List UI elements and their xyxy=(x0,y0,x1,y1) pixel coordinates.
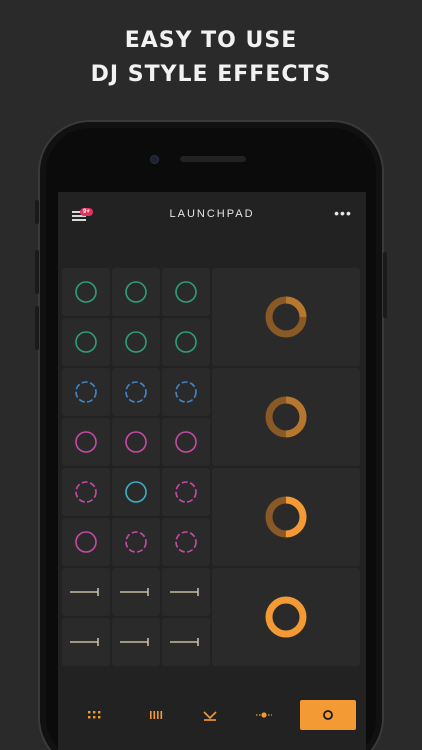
crossfade-icon xyxy=(203,711,217,721)
green-solid-icon xyxy=(125,331,147,353)
power-button xyxy=(383,252,387,318)
green-solid-icon xyxy=(75,281,97,303)
pad-button[interactable] xyxy=(62,368,110,416)
pad-group xyxy=(62,568,360,668)
pad-group xyxy=(62,368,360,468)
circle-icon xyxy=(323,710,333,720)
pad-button[interactable] xyxy=(62,468,110,516)
headline-line-2: DJ STYLE EFFECTS xyxy=(90,62,332,87)
bottom-tab-bar xyxy=(58,698,366,732)
pad-button[interactable] xyxy=(112,518,160,566)
pad-button[interactable] xyxy=(112,318,160,366)
pad-button[interactable] xyxy=(162,518,210,566)
app-screen: 9+ LAUNCHPAD ••• xyxy=(58,192,366,750)
pad-button[interactable] xyxy=(162,468,210,516)
blue-dashed-icon xyxy=(125,381,147,403)
tab-crossfade[interactable] xyxy=(182,700,238,730)
top-bar: 9+ LAUNCHPAD ••• xyxy=(58,192,366,240)
teal-solid-icon xyxy=(125,481,147,503)
pad-button[interactable] xyxy=(162,618,210,666)
knob-track xyxy=(265,596,307,638)
green-solid-icon xyxy=(175,281,197,303)
green-solid-icon xyxy=(125,281,147,303)
bars-icon xyxy=(150,711,163,719)
headline: EASY TO USE DJ STYLE EFFECTS xyxy=(0,24,422,92)
earpiece-speaker xyxy=(180,156,246,162)
pad-button[interactable] xyxy=(62,518,110,566)
effect-knob[interactable] xyxy=(212,468,360,566)
pad-button[interactable] xyxy=(112,468,160,516)
pink-solid-icon xyxy=(125,431,147,453)
volume-down-button xyxy=(35,306,39,350)
volume-up-button xyxy=(35,250,39,294)
tan-fader-icon xyxy=(70,638,99,646)
pad-group xyxy=(62,268,360,368)
pad-button[interactable] xyxy=(162,418,210,466)
green-solid-icon xyxy=(175,331,197,353)
pad-button[interactable] xyxy=(112,268,160,316)
tan-fader-icon xyxy=(70,588,99,596)
tab-circle[interactable] xyxy=(300,700,356,730)
pink-dashed-icon xyxy=(175,481,197,503)
pad-button[interactable] xyxy=(62,268,110,316)
effect-knob-icon xyxy=(265,396,307,438)
tab-grid-dots[interactable] xyxy=(66,700,122,730)
tan-fader-icon xyxy=(170,588,199,596)
more-options-button[interactable]: ••• xyxy=(332,205,354,222)
more-icon: ••• xyxy=(334,205,352,221)
effect-knob-icon xyxy=(265,496,307,538)
tab-bars[interactable] xyxy=(128,700,184,730)
pad-group xyxy=(62,468,360,568)
pad-button[interactable] xyxy=(162,318,210,366)
pad-button[interactable] xyxy=(112,368,160,416)
grid-dots-icon xyxy=(88,711,101,719)
pad-button[interactable] xyxy=(112,418,160,466)
pad-button[interactable] xyxy=(62,318,110,366)
pad-button[interactable] xyxy=(162,568,210,616)
tan-fader-icon xyxy=(170,638,199,646)
pad-button[interactable] xyxy=(112,618,160,666)
tab-slider-dot[interactable] xyxy=(236,700,292,730)
pad-button[interactable] xyxy=(62,568,110,616)
slider-dot-icon xyxy=(256,712,272,718)
pink-solid-icon xyxy=(75,531,97,553)
pink-dashed-icon xyxy=(75,481,97,503)
pad-button[interactable] xyxy=(62,618,110,666)
pink-dashed-icon xyxy=(125,531,147,553)
green-solid-icon xyxy=(75,331,97,353)
tan-fader-icon xyxy=(120,638,149,646)
tan-fader-icon xyxy=(120,588,149,596)
pink-dashed-icon xyxy=(175,531,197,553)
blue-dashed-icon xyxy=(175,381,197,403)
effect-knob[interactable] xyxy=(212,368,360,466)
front-camera xyxy=(150,155,159,164)
mute-switch xyxy=(35,200,39,224)
pad-button[interactable] xyxy=(162,368,210,416)
effect-knob[interactable] xyxy=(212,268,360,366)
effect-knob-icon xyxy=(265,296,307,338)
headline-line-1: EASY TO USE xyxy=(124,28,298,53)
launchpad-grid xyxy=(62,268,360,668)
effect-knob-icon xyxy=(265,596,307,638)
pink-solid-icon xyxy=(175,431,197,453)
effect-knob[interactable] xyxy=(212,568,360,666)
pink-solid-icon xyxy=(75,431,97,453)
pad-button[interactable] xyxy=(62,418,110,466)
pad-button[interactable] xyxy=(162,268,210,316)
page-title: LAUNCHPAD xyxy=(169,208,255,220)
pad-button[interactable] xyxy=(112,568,160,616)
blue-dashed-icon xyxy=(75,381,97,403)
